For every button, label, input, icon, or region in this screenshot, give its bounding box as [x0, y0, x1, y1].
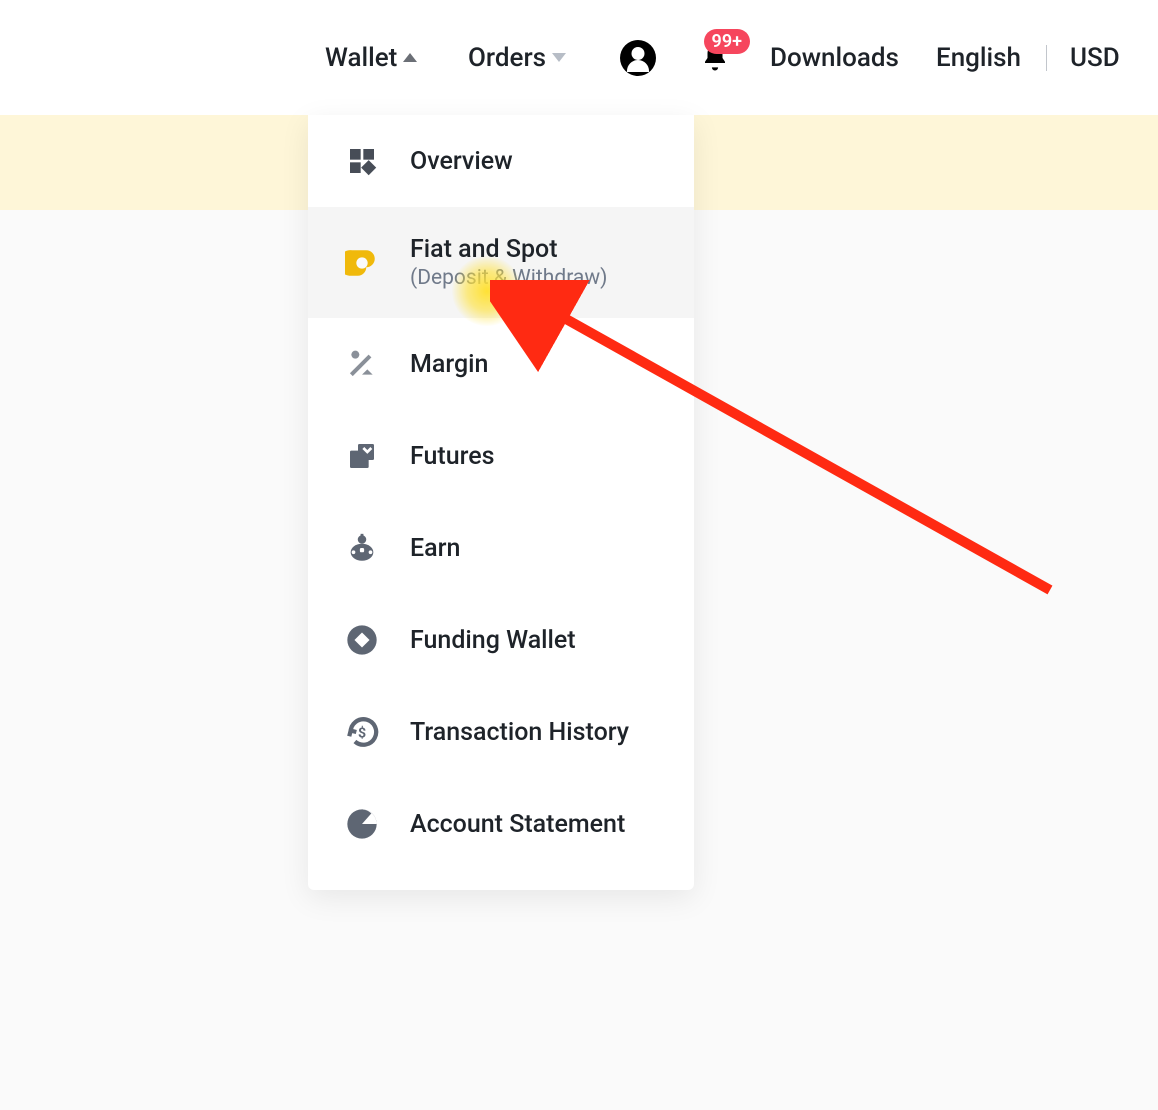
futures-icon [344, 438, 380, 474]
dropdown-item-futures[interactable]: Futures [308, 410, 694, 502]
dropdown-item-label: Earn [410, 534, 460, 563]
dropdown-item-transaction-history[interactable]: $ Transaction History [308, 686, 694, 778]
dropdown-item-margin[interactable]: Margin [308, 318, 694, 410]
dropdown-item-label: Fiat and Spot [410, 235, 607, 264]
nav-orders-label: Orders [468, 43, 546, 73]
nav-divider [1046, 45, 1047, 71]
nav-wallet[interactable]: Wallet [325, 43, 417, 73]
dropdown-item-funding-wallet[interactable]: Funding Wallet [308, 594, 694, 686]
earn-icon [344, 530, 380, 566]
chevron-up-icon [403, 53, 417, 62]
svg-text:$: $ [358, 725, 366, 742]
dropdown-item-sublabel: (Deposit & Withdraw) [410, 266, 607, 290]
transaction-history-icon: $ [344, 714, 380, 750]
notifications-badge: 99+ [704, 29, 750, 55]
nav-currency[interactable]: USD [1070, 43, 1120, 73]
dropdown-item-label: Funding Wallet [410, 626, 576, 655]
notifications-button[interactable]: 99+ [700, 43, 730, 73]
user-avatar-icon[interactable] [620, 40, 656, 76]
dropdown-item-account-statement[interactable]: Account Statement [308, 778, 694, 870]
chevron-down-icon [552, 53, 566, 62]
nav-language[interactable]: English [936, 43, 1021, 73]
nav-language-label: English [936, 43, 1021, 73]
margin-icon [344, 346, 380, 382]
nav-downloads[interactable]: Downloads [770, 43, 899, 73]
funding-wallet-icon [344, 622, 380, 658]
nav-currency-label: USD [1070, 43, 1120, 73]
top-nav: Wallet Orders 99+ Downloads English USD [0, 0, 1158, 115]
wallet-dropdown: Overview Fiat and Spot (Deposit & Withdr… [308, 115, 694, 890]
dropdown-item-label: Margin [410, 350, 488, 379]
nav-wallet-label: Wallet [325, 43, 397, 73]
fiat-spot-icon [344, 245, 380, 281]
dropdown-item-label: Transaction History [410, 718, 629, 747]
nav-orders[interactable]: Orders [468, 43, 566, 73]
dropdown-item-overview[interactable]: Overview [308, 115, 694, 207]
nav-downloads-label: Downloads [770, 43, 899, 73]
dropdown-item-label: Overview [410, 147, 513, 176]
overview-icon [344, 143, 380, 179]
dropdown-item-fiat-spot[interactable]: Fiat and Spot (Deposit & Withdraw) [308, 207, 694, 318]
dropdown-item-label: Futures [410, 442, 495, 471]
dropdown-item-earn[interactable]: Earn [308, 502, 694, 594]
account-statement-icon [344, 806, 380, 842]
dropdown-item-label: Account Statement [410, 810, 625, 839]
